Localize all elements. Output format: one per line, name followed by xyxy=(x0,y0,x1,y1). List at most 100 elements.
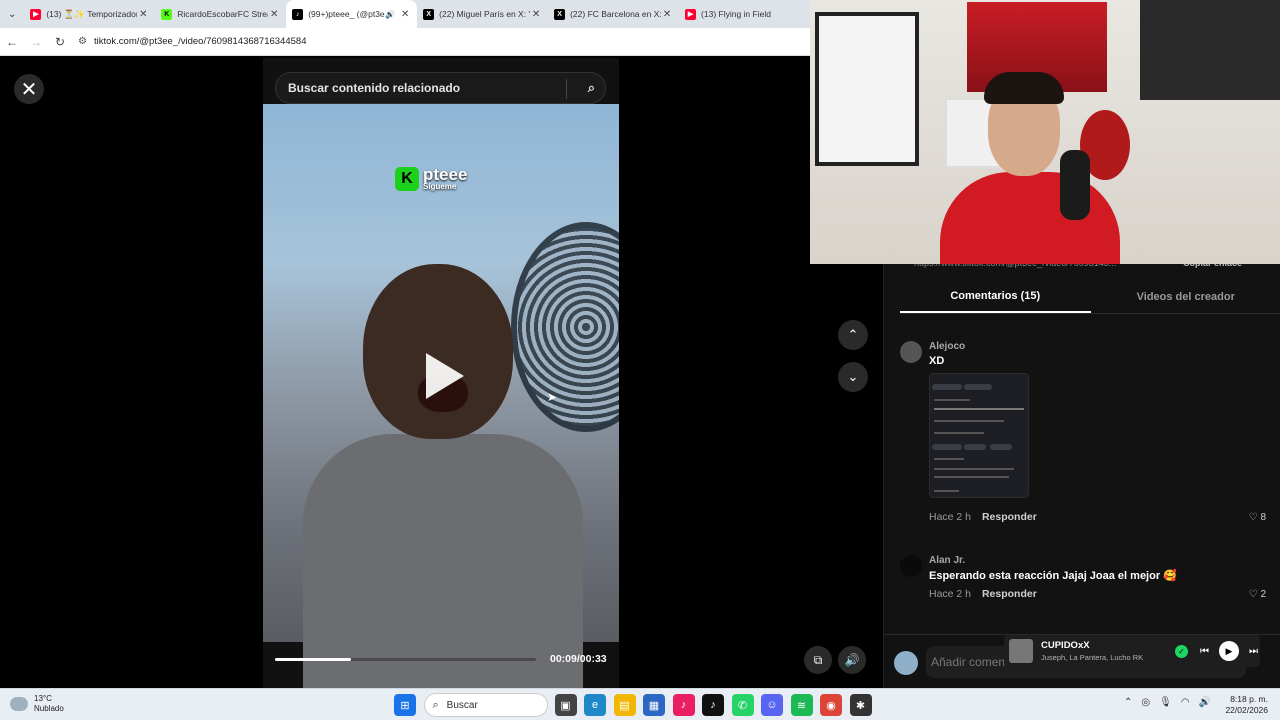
tab-creator-videos[interactable]: Videos del creador xyxy=(1091,280,1280,313)
browser-tab-4[interactable]: X (22) FC Barcelona en X: "! ✕ xyxy=(548,0,679,28)
chrome-icon[interactable]: ◉ xyxy=(820,694,842,716)
like-button[interactable]: ♡ 8 xyxy=(1249,512,1266,523)
avatar[interactable] xyxy=(900,555,922,577)
close-tab-icon[interactable]: ✕ xyxy=(268,9,280,20)
kick-logo-icon: K xyxy=(395,166,419,191)
youtube-icon: ▶ xyxy=(685,8,697,20)
video-progress-bar[interactable] xyxy=(275,658,536,661)
reload-icon[interactable]: ↻ xyxy=(48,35,72,49)
tiktok-icon: ♪ xyxy=(292,8,304,20)
avatar xyxy=(894,651,918,675)
play-icon[interactable] xyxy=(426,353,464,399)
spotify-mini-player: CUPIDOxX Juseph, La Pantera, Lucho RK ✓ … xyxy=(1004,635,1260,667)
tiktok-app-icon[interactable]: ♪ xyxy=(672,694,695,716)
tab-search-icon[interactable]: ⌄ xyxy=(0,0,24,28)
speaker-icon[interactable]: 🔊 xyxy=(1199,697,1211,708)
reply-button[interactable]: Responder xyxy=(982,588,1037,600)
heart-icon: ♡ xyxy=(1248,589,1258,600)
taskbar-apps: ⊞ ⌕ Buscar ▣ e ▤ ▦ ♪ ♪ ✆ ☺ ≋ ◉ ✱ xyxy=(394,693,879,717)
next-track-icon[interactable]: ⏭ xyxy=(1249,646,1258,657)
check-icon[interactable]: ✓ xyxy=(1175,644,1188,658)
network-icon[interactable]: ◎ xyxy=(1141,697,1150,708)
previous-track-icon[interactable]: ⏮ xyxy=(1200,646,1209,657)
like-count: 8 xyxy=(1260,512,1266,523)
tiktok-icon[interactable]: ♪ xyxy=(702,694,724,716)
url-text: tiktok.com/@pt3ee_/video/760981436871634… xyxy=(94,36,307,47)
search-placeholder: Buscar contenido relacionado xyxy=(288,81,461,95)
chevron-up-icon[interactable]: ⌃ xyxy=(1124,697,1132,708)
clock[interactable]: 8:18 p. m. 22/02/2026 xyxy=(1225,694,1268,716)
comment-meta: Hace 2 h Responder xyxy=(929,588,1037,600)
comment-username[interactable]: Alejoco xyxy=(929,341,965,352)
reply-button[interactable]: Responder xyxy=(982,511,1037,523)
whatsapp-icon[interactable]: ✆ xyxy=(731,694,754,716)
app-icon[interactable]: ✱ xyxy=(849,694,872,716)
back-arrow-icon[interactable]: ← xyxy=(0,35,24,49)
previous-video-icon[interactable]: ⌃ xyxy=(838,320,868,350)
system-tray: ⌃ ◎ 🎙 ◠ 🔊 xyxy=(1124,697,1220,708)
speaker-icon[interactable]: 🔊 xyxy=(385,10,395,19)
spotify-icon[interactable]: ≋ xyxy=(790,694,813,716)
comment-text: Esperando esta reacción Jajaj Joaa el me… xyxy=(929,570,1177,582)
like-button[interactable]: ♡ 2 xyxy=(1249,589,1266,600)
video-player[interactable]: Buscar contenido relacionado ⌕ K pteee S… xyxy=(263,58,619,688)
close-tab-icon[interactable]: ✕ xyxy=(137,9,149,20)
store-icon[interactable]: ▦ xyxy=(643,694,665,716)
like-count: 2 xyxy=(1260,589,1266,600)
album-art xyxy=(1009,639,1033,663)
discord-icon[interactable]: ☺ xyxy=(761,694,783,716)
weather-widget[interactable]: 13°C Nublado xyxy=(10,694,64,713)
screen: ⌄ ▶ (13) ⏳✨ Temporizador ✕ K RicardoEsco… xyxy=(0,0,1280,720)
browser-tab-3[interactable]: X (22) Miguel París en X: "! ✕ xyxy=(417,0,548,28)
webcam-overlay xyxy=(810,0,1280,264)
search-icon[interactable]: ⌕ xyxy=(588,80,595,96)
play-icon[interactable]: ▶ xyxy=(1219,641,1239,661)
taskbar-search[interactable]: ⌕ Buscar xyxy=(423,693,548,717)
mini-player-icon[interactable]: ⧉ xyxy=(804,646,832,674)
song-title: CUPIDOxX xyxy=(1041,640,1090,651)
kick-watermark: K pteee Sígueme xyxy=(395,166,467,191)
task-view-icon[interactable]: ▣ xyxy=(554,694,577,716)
x-icon: X xyxy=(554,8,566,20)
browser-tab-2[interactable]: ♪ (99+)pteee_ (@pt3ee 🔊 ✕ xyxy=(286,0,418,28)
comment-meta: Hace 2 h Responder xyxy=(929,511,1037,523)
mic-icon[interactable]: 🎙 xyxy=(1159,697,1172,708)
comment-item: Alejoco XD Hace 2 h Responder ♡ 8 xyxy=(900,341,1266,531)
youtube-icon: ▶ xyxy=(30,8,42,20)
panel-tabs: Comentarios (15) Videos del creador xyxy=(900,280,1280,314)
windows-taskbar: 13°C Nublado ⊞ ⌕ Buscar ▣ e ▤ ▦ ♪ ♪ ✆ ☺ … xyxy=(0,688,1280,720)
comment-image[interactable] xyxy=(929,373,1029,498)
cloud-icon xyxy=(10,696,28,711)
person-image xyxy=(303,264,583,688)
forward-arrow-icon[interactable]: → xyxy=(24,35,48,49)
edge-icon[interactable]: e xyxy=(584,694,606,716)
url-field[interactable]: ⚙ tiktok.com/@pt3ee_/video/7609814368716… xyxy=(78,31,810,53)
tab-comments[interactable]: Comentarios (15) xyxy=(900,280,1091,313)
comment-time: Hace 2 h xyxy=(929,511,972,523)
comment-username[interactable]: Alan Jr. xyxy=(929,555,965,566)
close-icon[interactable]: ✕ xyxy=(14,74,44,104)
close-tab-icon[interactable]: ✕ xyxy=(661,9,673,20)
browser-tab-1[interactable]: K RicardoEscobarFC Stream ✕ xyxy=(155,0,286,28)
related-search-input[interactable]: Buscar contenido relacionado ⌕ xyxy=(275,72,606,104)
comment-time: Hace 2 h xyxy=(929,588,972,600)
kick-icon: K xyxy=(161,8,173,20)
comment-text: XD xyxy=(929,355,945,367)
next-video-icon[interactable]: ⌄ xyxy=(838,362,868,392)
file-explorer-icon[interactable]: ▤ xyxy=(613,694,636,716)
avatar[interactable] xyxy=(900,341,922,363)
x-icon: X xyxy=(423,8,435,20)
close-tab-icon[interactable]: ✕ xyxy=(530,9,542,20)
address-bar-row: ← → ↻ ⚙ tiktok.com/@pt3ee_/video/7609814… xyxy=(0,28,810,56)
volume-icon[interactable]: 🔊 xyxy=(838,646,866,674)
microphone-image xyxy=(1060,150,1090,220)
heart-icon: ♡ xyxy=(1248,512,1258,523)
close-tab-icon[interactable]: ✕ xyxy=(399,9,411,20)
site-info-icon[interactable]: ⚙ xyxy=(78,36,94,47)
browser-tab-5[interactable]: ▶ (13) Flying in Field xyxy=(679,0,810,28)
browser-tab-0[interactable]: ▶ (13) ⏳✨ Temporizador ✕ xyxy=(24,0,155,28)
mouse-cursor-icon: ➤ xyxy=(547,390,558,404)
wifi-icon[interactable]: ◠ xyxy=(1181,697,1190,708)
windows-start-icon[interactable]: ⊞ xyxy=(394,694,416,716)
video-time: 00:09/00:33 xyxy=(550,653,607,665)
